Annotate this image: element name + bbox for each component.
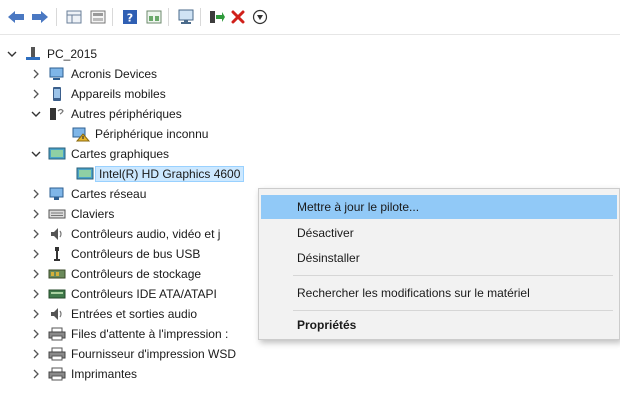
toolbar-separator (200, 8, 201, 26)
network-adapter-icon (48, 186, 66, 202)
chevron-right-icon[interactable] (30, 68, 42, 80)
tree-item-label: Périphérique inconnu (95, 127, 209, 141)
other-devices-icon (48, 106, 66, 122)
tree-item[interactable]: Claviers (30, 204, 114, 224)
computer-icon (24, 46, 42, 62)
svg-text:?: ? (127, 12, 133, 25)
display-adapter-icon (48, 146, 66, 162)
tree-item-label: Cartes graphiques (71, 147, 170, 161)
chevron-right-icon[interactable] (30, 368, 42, 380)
menu-separator (293, 310, 613, 311)
menu-item-label: Désinstaller (297, 251, 360, 265)
toolbar-separator (112, 8, 113, 26)
tree-item[interactable]: Files d'attente à l'impression : (30, 324, 228, 344)
uninstall-x-icon[interactable] (228, 8, 248, 26)
usb-icon (48, 246, 66, 262)
monitor-scan-icon[interactable] (176, 8, 196, 26)
tree-item[interactable]: Contrôleurs de stockage (30, 264, 201, 284)
add-driver-icon[interactable] (206, 8, 226, 26)
chevron-right-icon[interactable] (30, 208, 42, 220)
menu-item-update-driver[interactable]: Mettre à jour le pilote... (261, 195, 617, 219)
tree-item-label: Entrées et sorties audio (71, 307, 198, 321)
speaker-icon (48, 226, 66, 242)
tree-item-label: Imprimantes (71, 367, 138, 381)
device-icon (48, 66, 66, 82)
menu-item-properties[interactable]: Propriétés (261, 313, 617, 337)
toolbar-separator (168, 8, 169, 26)
keyboard-icon (48, 206, 66, 222)
menu-item-label: Propriétés (297, 318, 357, 332)
tree-item[interactable]: Périphérique inconnu (72, 124, 208, 144)
speaker-icon (48, 306, 66, 322)
chevron-right-icon[interactable] (30, 188, 42, 200)
tree-root-pc[interactable]: PC_2015 (6, 44, 97, 64)
chevron-right-icon[interactable] (30, 88, 42, 100)
tree-item[interactable]: Cartes réseau (30, 184, 146, 204)
down-arrow-circle-icon[interactable] (250, 8, 270, 26)
toolbar: ? (0, 0, 620, 35)
tree-item-label: Cartes réseau (71, 187, 147, 201)
chevron-right-icon[interactable] (30, 288, 42, 300)
tree-item-label: Contrôleurs de stockage (71, 267, 202, 281)
menu-separator (293, 275, 613, 276)
tree-item-label: Appareils mobiles (71, 87, 166, 101)
menu-item-label: Désactiver (297, 226, 354, 240)
chevron-right-icon[interactable] (30, 248, 42, 260)
tree-item-label: Acronis Devices (71, 67, 158, 81)
tree-item-label: Claviers (71, 207, 115, 221)
tree-item[interactable]: Imprimantes (30, 364, 137, 384)
chevron-down-icon[interactable] (6, 48, 18, 60)
tree-item[interactable]: Autres périphériques (30, 104, 182, 124)
menu-item-label: Rechercher les modifications sur le maté… (297, 286, 530, 300)
tree-item-label: Contrôleurs de bus USB (71, 247, 201, 261)
details-pane-icon[interactable] (88, 8, 108, 26)
toolbar-separator (56, 8, 57, 26)
tree-item-label: Contrôleurs IDE ATA/ATAPI (71, 287, 217, 301)
tree-item[interactable]: Fournisseur d'impression WSD (30, 344, 236, 364)
tree-item[interactable]: Contrôleurs IDE ATA/ATAPI (30, 284, 217, 304)
tree-item-label: Contrôleurs audio, vidéo et j (71, 227, 221, 241)
tree-item[interactable]: Cartes graphiques (30, 144, 169, 164)
tree-root-label: PC_2015 (47, 47, 98, 61)
ide-controller-icon (48, 286, 66, 302)
tree-item-label: Files d'attente à l'impression : (71, 327, 229, 341)
printer-icon (48, 366, 66, 382)
tree-item-selected[interactable]: Intel(R) HD Graphics 4600 (76, 164, 245, 184)
chevron-right-icon[interactable] (30, 328, 42, 340)
tree-item[interactable]: Contrôleurs audio, vidéo et j (30, 224, 220, 244)
tree-item[interactable]: Contrôleurs de bus USB (30, 244, 200, 264)
tree-item[interactable]: Entrées et sorties audio (30, 304, 197, 324)
chevron-right-icon[interactable] (30, 228, 42, 240)
unknown-device-icon (72, 126, 90, 142)
mobile-icon (48, 86, 66, 102)
menu-item-scan-hardware[interactable]: Rechercher les modifications sur le maté… (261, 281, 617, 305)
forward-arrow-icon[interactable] (30, 8, 50, 26)
chevron-right-icon[interactable] (30, 308, 42, 320)
storage-controller-icon (48, 266, 66, 282)
tree-item-label: Autres périphériques (71, 107, 182, 121)
tree-item-label: Fournisseur d'impression WSD (71, 347, 237, 361)
chevron-right-icon[interactable] (30, 348, 42, 360)
properties-grid-icon[interactable] (64, 8, 84, 26)
chevron-down-icon[interactable] (30, 108, 42, 120)
menu-item-uninstall[interactable]: Désinstaller (261, 246, 617, 270)
menu-item-label: Mettre à jour le pilote... (297, 200, 420, 214)
menu-item-disable[interactable]: Désactiver (261, 221, 617, 245)
context-menu: Mettre à jour le pilote... Désactiver Dé… (258, 188, 620, 340)
view-icon[interactable] (144, 8, 164, 26)
tree-item[interactable]: Appareils mobiles (30, 84, 166, 104)
display-adapter-icon (76, 166, 94, 182)
help-icon[interactable]: ? (120, 8, 140, 26)
printer-icon (48, 346, 66, 362)
back-arrow-icon[interactable] (6, 8, 26, 26)
chevron-down-icon[interactable] (30, 148, 42, 160)
printer-icon (48, 326, 66, 342)
chevron-right-icon[interactable] (30, 268, 42, 280)
tree-item-label: Intel(R) HD Graphics 4600 (95, 166, 245, 182)
tree-item[interactable]: Acronis Devices (30, 64, 157, 84)
